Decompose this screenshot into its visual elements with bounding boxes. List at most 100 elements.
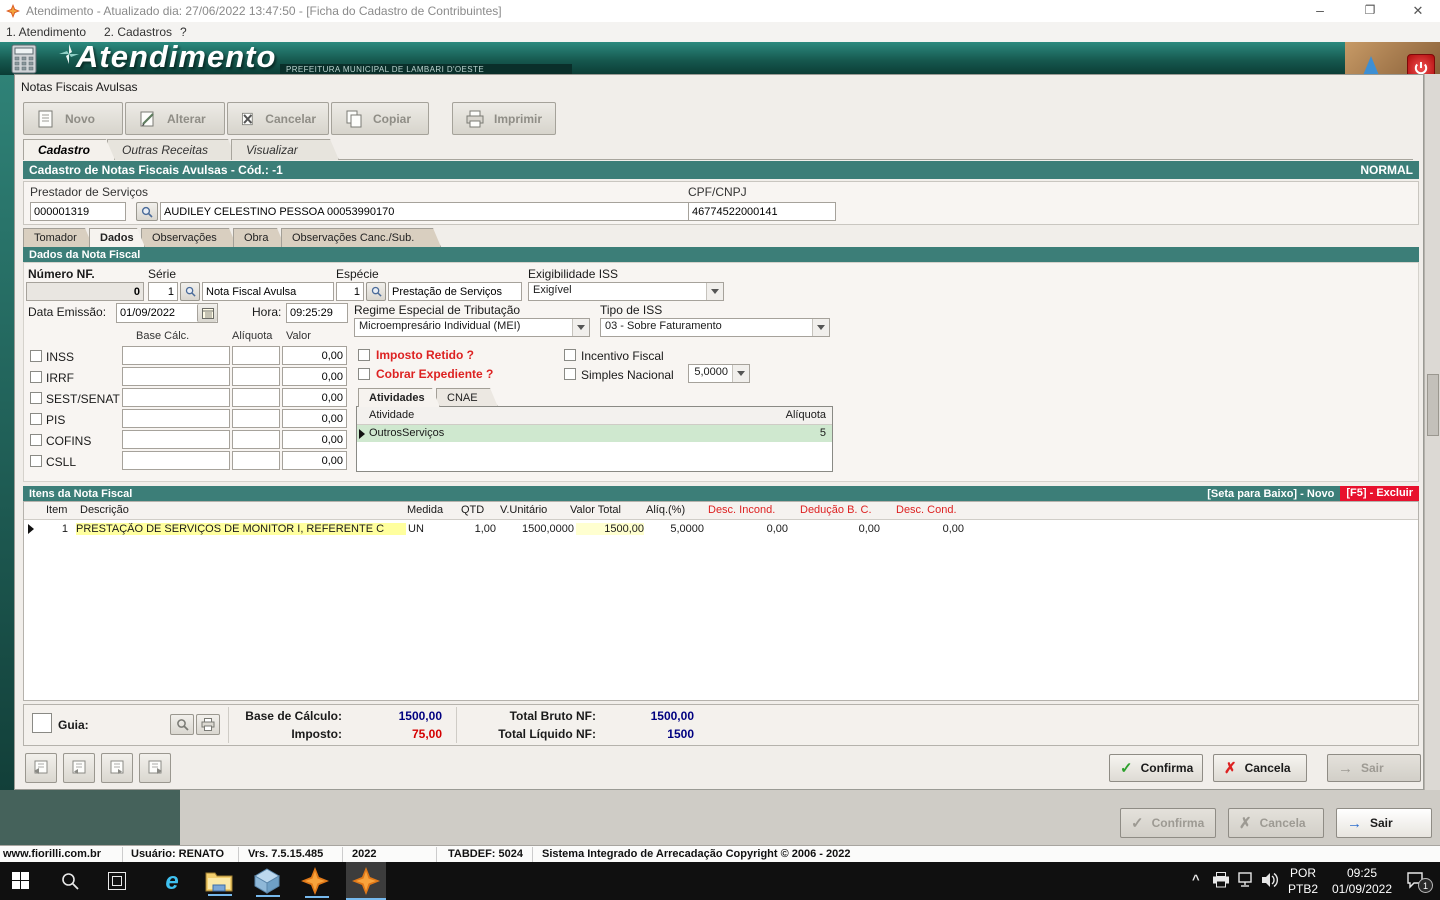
numero-nf-field[interactable] (26, 282, 144, 301)
sest-senat-valor-field[interactable] (282, 388, 347, 407)
simples-aliquota-select[interactable]: 5,0000 (688, 364, 750, 383)
serie-search-button[interactable] (180, 282, 200, 301)
inss-valor-field[interactable] (282, 346, 347, 365)
nav-last-record-button[interactable] (139, 753, 171, 783)
pis-base-field[interactable] (122, 409, 230, 428)
tab-tomador[interactable]: Tomador (23, 228, 93, 247)
tab-outras-receitas[interactable]: Outras Receitas (107, 139, 237, 160)
csll-aliquota-field[interactable] (232, 451, 280, 470)
fiorilli-app-button-active[interactable] (346, 862, 386, 900)
simples-nacional-checkbox[interactable] (564, 368, 576, 380)
sest-senat-base-field[interactable] (122, 388, 230, 407)
calendar-button[interactable] (197, 304, 217, 322)
sair-button-inner[interactable]: → Sair (1327, 754, 1421, 782)
outer-confirma-button[interactable]: ✓ Confirma (1120, 808, 1216, 838)
internet-explorer-button[interactable]: e (156, 866, 188, 898)
cancela-button[interactable]: ✗ Cancela (1213, 754, 1307, 782)
tab-cnae[interactable]: CNAE (436, 388, 498, 407)
menu-help[interactable]: ? (180, 25, 187, 39)
tab-atividades[interactable]: Atividades (358, 388, 440, 407)
atividade-row[interactable]: OutrosServiços 5 (357, 425, 832, 442)
especie-search-button[interactable] (366, 282, 386, 301)
cofins-aliquota-field[interactable] (232, 430, 280, 449)
alterar-button[interactable]: Alterar (125, 102, 225, 135)
exigibilidade-select[interactable]: Exigível (528, 282, 724, 301)
start-button[interactable] (12, 872, 30, 890)
prestador-search-button[interactable] (136, 202, 158, 221)
sest-senat-aliquota-field[interactable] (232, 388, 280, 407)
taskbar-search-button[interactable] (60, 871, 80, 891)
guia-checkbox[interactable] (32, 713, 52, 733)
csll-checkbox[interactable] (30, 455, 42, 467)
especie-desc-field[interactable] (388, 282, 522, 301)
irrf-aliquota-field[interactable] (232, 367, 280, 386)
prestador-code-field[interactable] (30, 202, 126, 221)
inss-checkbox[interactable] (30, 350, 42, 362)
menu-atendimento[interactable]: 1. Atendimento (6, 25, 86, 39)
incentivo-fiscal-checkbox[interactable] (564, 349, 576, 361)
regime-select[interactable]: Microempresário Individual (MEI) (354, 318, 590, 337)
outer-sair-button[interactable]: → Sair (1336, 808, 1432, 838)
tray-volume-icon[interactable] (1260, 871, 1280, 889)
pis-aliquota-field[interactable] (232, 409, 280, 428)
tab-observacoes[interactable]: Observações (141, 228, 237, 247)
task-view-button[interactable] (108, 872, 126, 890)
sest-senat-checkbox[interactable] (30, 392, 42, 404)
maximize-button[interactable]: ❐ (1350, 3, 1390, 17)
item-row[interactable]: 1 PRESTAÇÃO DE SERVIÇOS DE MONITOR I, RE… (24, 520, 1418, 538)
close-button[interactable]: ✕ (1400, 3, 1436, 19)
data-emissao-field[interactable] (117, 304, 197, 322)
imprimir-button[interactable]: Imprimir (452, 102, 556, 135)
minimize-button[interactable]: – (1300, 2, 1340, 18)
pis-valor-field[interactable] (282, 409, 347, 428)
csll-valor-field[interactable] (282, 451, 347, 470)
outer-scrollbar[interactable] (1424, 74, 1440, 790)
menu-cadastros[interactable]: 2. Cadastros (104, 25, 172, 39)
tray-language[interactable]: POR PTB2 (1288, 865, 1318, 897)
tipo-iss-select[interactable]: 03 - Sobre Faturamento (600, 318, 830, 337)
prestador-name-field[interactable] (160, 202, 690, 221)
tray-network-icon[interactable] (1238, 872, 1256, 888)
cofins-valor-field[interactable] (282, 430, 347, 449)
app-button-blue[interactable] (252, 867, 284, 897)
novo-button[interactable]: Novo (23, 102, 123, 135)
serie-desc-field[interactable] (202, 282, 334, 301)
imposto-retido-checkbox[interactable] (358, 349, 370, 361)
serie-field[interactable] (148, 282, 178, 301)
inss-aliquota-field[interactable] (232, 346, 280, 365)
tab-cadastro[interactable]: Cadastro (23, 139, 115, 160)
tab-visualizar[interactable]: Visualizar (231, 139, 339, 160)
cofins-base-field[interactable] (122, 430, 230, 449)
irrf-checkbox[interactable] (30, 371, 42, 383)
inss-base-field[interactable] (122, 346, 230, 365)
tab-observacoes-canc[interactable]: Observações Canc./Sub. (281, 228, 441, 247)
copiar-button[interactable]: Copiar (331, 102, 429, 135)
confirma-button[interactable]: ✓ Confirma (1109, 754, 1203, 782)
especie-field[interactable] (336, 282, 364, 301)
nav-first-record-button[interactable] (25, 753, 57, 783)
cpf-field[interactable] (688, 202, 836, 221)
cancelar-button[interactable]: Cancelar (227, 102, 329, 135)
tray-chevron[interactable]: ^ (1192, 872, 1200, 887)
fiorilli-app-button[interactable] (300, 866, 334, 898)
tab-obra[interactable]: Obra (233, 228, 285, 247)
nav-prev-record-button[interactable] (63, 753, 95, 783)
guia-view-button[interactable] (170, 714, 194, 735)
pis-checkbox[interactable] (30, 413, 42, 425)
tab-dados[interactable]: Dados (89, 228, 145, 247)
irrf-valor-field[interactable] (282, 367, 347, 386)
banner-app-name: Atendimento (76, 39, 276, 75)
file-explorer-button[interactable] (204, 868, 236, 896)
irrf-base-field[interactable] (122, 367, 230, 386)
tray-clock[interactable]: 09:25 01/09/2022 (1324, 865, 1400, 897)
outer-cancela-button[interactable]: ✗ Cancela (1228, 808, 1324, 838)
scroll-thumb[interactable] (1427, 374, 1439, 436)
hora-field[interactable] (286, 303, 348, 323)
csll-base-field[interactable] (122, 451, 230, 470)
cobrar-expediente-checkbox[interactable] (358, 368, 370, 380)
tray-printer-icon[interactable] (1212, 872, 1230, 888)
cofins-checkbox[interactable] (30, 434, 42, 446)
guia-print-button[interactable] (196, 714, 220, 735)
notification-center-button[interactable]: 1 (1406, 870, 1432, 892)
nav-next-record-button[interactable] (101, 753, 133, 783)
